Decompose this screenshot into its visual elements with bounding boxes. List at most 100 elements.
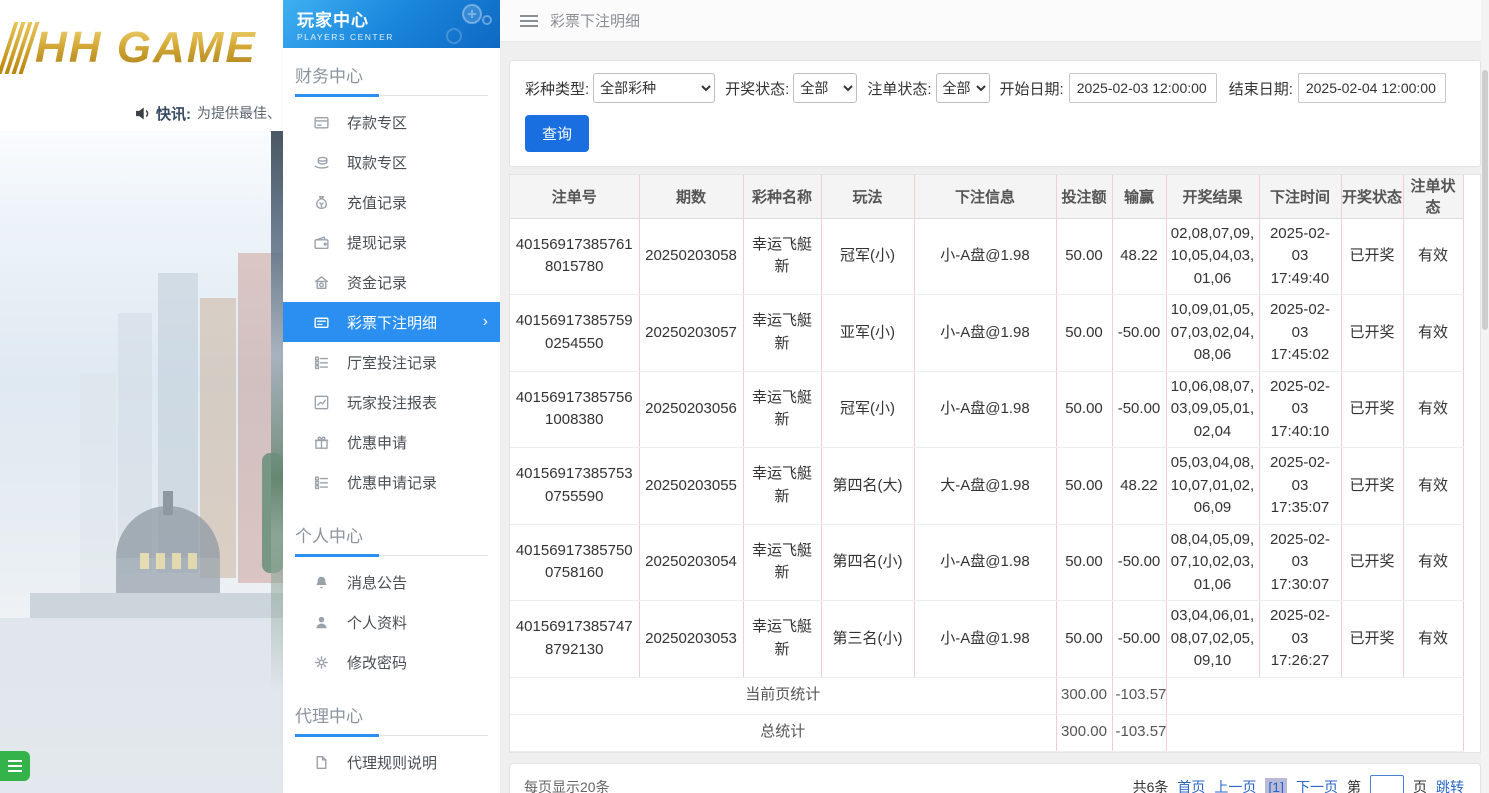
table-cell: -50.00: [1112, 371, 1167, 448]
table-cell: 已开奖: [1341, 294, 1404, 372]
gift-icon: [313, 433, 331, 451]
table-cell: 401569173857590254550: [510, 294, 640, 372]
withdraw-hand-icon: [313, 153, 331, 171]
table-cell: 第三名(小): [821, 600, 915, 678]
sidebar-item-document[interactable]: 代理规则说明 ›: [283, 742, 500, 782]
sidebar-item-chart[interactable]: 玩家投注报表 ›: [283, 382, 500, 422]
sidebar-item-deposit-card[interactable]: 存款专区 ›: [283, 102, 500, 142]
sidebar-item-gift[interactable]: 优惠申请 ›: [283, 422, 500, 462]
sidebar-item-label: 存款专区: [347, 114, 408, 132]
table-row: 401569173857590254550 20250203057 幸运飞艇新 亚军(…: [510, 294, 1464, 372]
table-cell: 2025-02-03 17:30:07: [1259, 524, 1342, 601]
table-cell: -50.00: [1112, 524, 1167, 601]
table-cell: 08,04,05,09,07,10,02,03,01,06: [1166, 524, 1260, 601]
sidebar-sections: 财务中心 存款专区 › 取款专区 › 充值记录 › 提现记录 › 资金记录 › …: [283, 62, 500, 793]
funds-icon: [313, 273, 331, 291]
user-icon: [313, 613, 331, 631]
sidebar-item-wallet[interactable]: 提现记录 ›: [283, 222, 500, 262]
table-cell: 幸运飞艇新: [743, 294, 822, 372]
table-cell: 第四名(大): [821, 447, 915, 525]
table-cell: 已开奖: [1341, 371, 1404, 448]
draw-status-select[interactable]: 全部: [793, 73, 858, 103]
sidebar-item-label: 优惠申请: [347, 434, 408, 452]
list-icon: [313, 473, 331, 491]
table-cell: 小-A盘@1.98: [914, 600, 1057, 678]
sidebar-item-label: 充值记录: [347, 194, 408, 212]
list-icon: [313, 353, 331, 371]
sidebar-item-moneybag[interactable]: 充值记录 ›: [283, 182, 500, 222]
sidebar-item-list[interactable]: 厅室投注记录 ›: [283, 342, 500, 382]
table-cell: 05,03,04,08,10,07,01,02,06,09: [1166, 447, 1260, 525]
end-date-input[interactable]: [1297, 73, 1446, 103]
site-logo: HH GAME: [35, 22, 257, 72]
sidebar: 玩家中心 PLAYERS CENTER 财务中心 存款专区 › 取款专区 › 充…: [283, 0, 500, 793]
floating-service-widget[interactable]: [0, 751, 30, 781]
sidebar-item-label: 彩票下注明细: [347, 314, 438, 332]
sidebar-item-ledger[interactable]: 代理团队统计 ›: [283, 782, 500, 793]
menu-toggle-icon[interactable]: [520, 12, 538, 30]
column-header: 彩种名称: [743, 175, 822, 219]
chevron-right-icon: ›: [482, 313, 488, 330]
scrollbar-thumb[interactable]: [1482, 70, 1488, 330]
table-body: 401569173857618015780 20250203058 幸运飞艇新 冠军(…: [510, 218, 1464, 752]
moneybag-icon: [313, 193, 331, 211]
summary-bet-total: 300.00: [1056, 714, 1113, 752]
table-cell: 10,06,08,07,03,09,05,01,02,04: [1166, 371, 1260, 448]
sidebar-item-funds[interactable]: 资金记录 ›: [283, 262, 500, 302]
table-cell: 50.00: [1056, 524, 1113, 601]
table-cell: 有效: [1403, 218, 1464, 295]
table-cell: 冠军(小): [821, 371, 915, 448]
sidebar-item-label: 优惠申请记录: [347, 474, 438, 492]
table-cell: 02,08,07,09,10,05,04,03,01,06: [1166, 218, 1260, 295]
table-cell: 20250203053: [639, 600, 744, 678]
bet-status-select[interactable]: 全部: [935, 73, 990, 103]
start-date-label: 开始日期:: [999, 80, 1064, 98]
sidebar-item-user[interactable]: 个人资料 ›: [283, 602, 500, 642]
table-cell: 有效: [1403, 600, 1464, 678]
table-cell: 小-A盘@1.98: [914, 218, 1057, 295]
sidebar-item-label: 取款专区: [347, 154, 408, 172]
page-number-input[interactable]: [1370, 774, 1404, 793]
table-cell: 401569173857530755590: [510, 447, 640, 525]
vertical-scrollbar[interactable]: [1481, 0, 1489, 793]
table-cell: 已开奖: [1341, 524, 1404, 601]
start-date-input[interactable]: [1068, 73, 1217, 103]
sidebar-item-list[interactable]: 优惠申请记录 ›: [283, 462, 500, 502]
column-header: 开奖结果: [1166, 175, 1260, 219]
table-cell: 50.00: [1056, 600, 1113, 678]
table-cell: 50.00: [1056, 294, 1113, 372]
sidebar-item-gear[interactable]: 修改密码 ›: [283, 642, 500, 682]
table-cell: 20250203058: [639, 218, 744, 295]
bets-table-panel: 注单号 期数 彩种名称 玩法 下注信息 投注额 输赢 开奖结果 下注时间 开奖状态 注单状态 401…: [509, 174, 1481, 753]
table-cell: 48.22: [1112, 447, 1167, 525]
table-cell: 幸运飞艇新: [743, 371, 822, 448]
table-cell: 2025-02-03 17:49:40: [1259, 218, 1342, 295]
sidebar-item-withdraw-hand[interactable]: 取款专区 ›: [283, 142, 500, 182]
lottery-type-select[interactable]: 全部彩种: [593, 73, 716, 103]
summary-row: 当前页统计 300.00 -103.57: [510, 677, 1464, 715]
column-header: 开奖状态: [1341, 175, 1404, 219]
table-cell: 幸运飞艇新: [743, 447, 822, 525]
jump-link[interactable]: 跳转: [1436, 777, 1464, 793]
topbar: 彩票下注明细: [500, 0, 1489, 42]
pagination-bar: 每页显示20条 共6条 首页 上一页 [1] 下一页 第 页 跳转: [509, 762, 1481, 793]
prev-page-link[interactable]: 上一页: [1214, 777, 1256, 793]
first-page-link[interactable]: 首页: [1177, 777, 1205, 793]
table-cell: 50.00: [1056, 371, 1113, 448]
table-cell: 已开奖: [1341, 218, 1404, 295]
sidebar-item-label: 修改密码: [347, 654, 408, 672]
table-cell: 有效: [1403, 524, 1464, 601]
jump-suffix-label: 页: [1413, 778, 1427, 793]
current-page-indicator: [1]: [1265, 777, 1287, 793]
table-cell: 2025-02-03 17:45:02: [1259, 294, 1342, 372]
table-cell: 已开奖: [1341, 600, 1404, 678]
document-icon: [313, 753, 331, 771]
sidebar-item-bell[interactable]: 消息公告 ›: [283, 562, 500, 602]
sidebar-header: 玩家中心 PLAYERS CENTER: [283, 0, 500, 48]
sidebar-item-label: 消息公告: [347, 574, 408, 592]
next-page-link[interactable]: 下一页: [1296, 777, 1338, 793]
sidebar-menu: 代理规则说明 › 代理团队统计 ›: [283, 736, 500, 793]
sidebar-item-ticket[interactable]: 彩票下注明细 ›: [283, 302, 500, 342]
column-header: 注单状态: [1403, 175, 1464, 219]
search-button[interactable]: 查询: [525, 115, 590, 152]
